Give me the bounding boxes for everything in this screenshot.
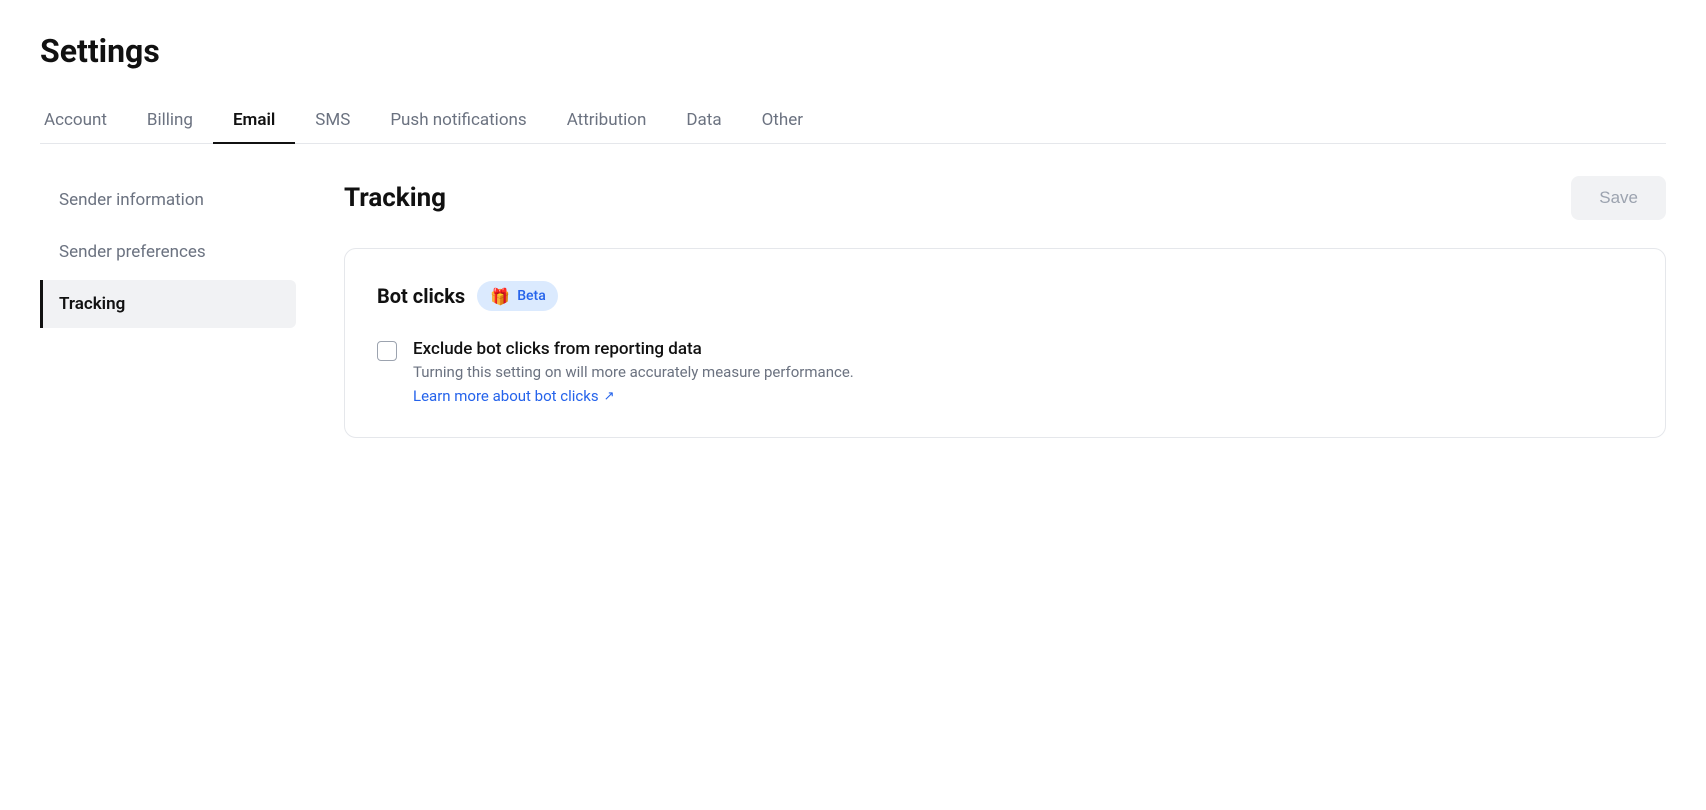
tabs-bar: Account Billing Email SMS Push notificat…: [40, 98, 1666, 144]
page-title: Settings: [40, 32, 1666, 70]
external-link-icon: ↗︎: [604, 389, 615, 404]
gift-icon: 🎁: [489, 285, 511, 307]
tab-push-notifications[interactable]: Push notifications: [370, 98, 546, 144]
sidebar-item-tracking[interactable]: Tracking: [40, 280, 296, 328]
checkbox-description: Turning this setting on will more accura…: [413, 363, 854, 381]
tab-billing[interactable]: Billing: [127, 98, 213, 144]
sidebar: Sender information Sender preferences Tr…: [40, 176, 320, 438]
tab-sms[interactable]: SMS: [295, 98, 370, 144]
page-container: Settings Account Billing Email SMS Push …: [0, 0, 1706, 470]
card-section-title: Bot clicks 🎁 Beta: [377, 281, 1633, 311]
tab-other[interactable]: Other: [742, 98, 823, 144]
beta-badge: 🎁 Beta: [477, 281, 558, 311]
bot-clicks-title: Bot clicks: [377, 284, 465, 308]
checkbox-content: Exclude bot clicks from reporting data T…: [413, 339, 854, 405]
learn-more-link[interactable]: Learn more about bot clicks ↗︎: [413, 387, 854, 405]
sidebar-item-sender-preferences[interactable]: Sender preferences: [40, 228, 296, 276]
tab-data[interactable]: Data: [666, 98, 741, 144]
exclude-bot-clicks-checkbox[interactable]: [377, 341, 397, 361]
checkbox-label: Exclude bot clicks from reporting data: [413, 339, 854, 359]
main-content: Tracking Save Bot clicks 🎁 Beta Exclude …: [320, 176, 1666, 438]
tab-attribution[interactable]: Attribution: [547, 98, 667, 144]
sidebar-item-sender-information[interactable]: Sender information: [40, 176, 296, 224]
beta-label: Beta: [517, 288, 546, 304]
tab-email[interactable]: Email: [213, 98, 295, 144]
checkbox-row: Exclude bot clicks from reporting data T…: [377, 339, 1633, 405]
section-title: Tracking: [344, 183, 446, 213]
tab-account[interactable]: Account: [40, 98, 127, 144]
bot-clicks-card: Bot clicks 🎁 Beta Exclude bot clicks fro…: [344, 248, 1666, 438]
learn-more-text: Learn more about bot clicks: [413, 387, 599, 405]
save-button[interactable]: Save: [1571, 176, 1666, 220]
main-header: Tracking Save: [344, 176, 1666, 220]
content-layout: Sender information Sender preferences Tr…: [40, 176, 1666, 438]
